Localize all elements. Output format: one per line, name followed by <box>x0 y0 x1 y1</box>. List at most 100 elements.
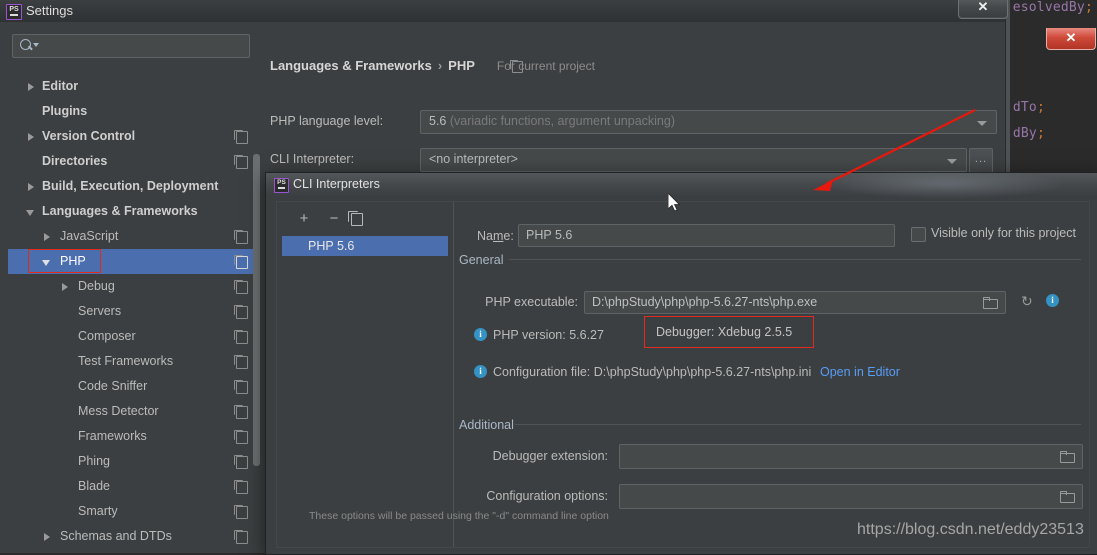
debugger-extension-label: Debugger extension: <box>492 449 608 463</box>
copy-settings-icon[interactable] <box>234 230 248 244</box>
copy-settings-icon[interactable] <box>234 480 248 494</box>
sidebar-item-phing[interactable]: Phing <box>8 449 260 474</box>
sidebar-item-mess-detector[interactable]: Mess Detector <box>8 399 260 424</box>
sidebar-item-keymap[interactable]: Keymap <box>8 62 260 74</box>
chevron-right-icon[interactable] <box>28 183 34 191</box>
sidebar-item-code-sniffer[interactable]: Code Sniffer <box>8 374 260 399</box>
copy-settings-icon[interactable] <box>234 130 248 144</box>
copy-settings-icon[interactable] <box>234 155 248 169</box>
sidebar-item-build-execution-deployment[interactable]: Build, Execution, Deployment <box>8 174 260 199</box>
general-group-rule <box>509 259 1081 260</box>
chevron-down-icon[interactable] <box>947 159 957 164</box>
info-icon[interactable]: i <box>1046 294 1059 307</box>
configuration-options-label: Configuration options: <box>486 489 608 503</box>
copy-settings-icon[interactable] <box>234 380 248 394</box>
settings-titlebar: PS Settings <box>0 0 1005 23</box>
chevron-down-icon[interactable] <box>26 210 34 216</box>
cli-dialog-body: + − PHP 5.6 Name: PHP 5.6 Visible only f… <box>276 201 1090 548</box>
phpstorm-icon: PS <box>274 178 289 193</box>
sidebar-item-version-control[interactable]: Version Control <box>8 124 260 149</box>
php-executable-input[interactable]: D:\phpStudy\php\php-5.6.27-nts\php.exe <box>584 291 1006 314</box>
copy-settings-icon[interactable] <box>234 330 248 344</box>
copy-settings-icon[interactable] <box>234 430 248 444</box>
php-executable-label: PHP executable: <box>485 295 578 309</box>
cli-interpreter-value: <no interpreter> <box>429 152 518 166</box>
interpreters-list-panel: + − PHP 5.6 <box>277 202 454 547</box>
sidebar-item-frameworks[interactable]: Frameworks <box>8 424 260 449</box>
chevron-right-icon[interactable] <box>28 83 34 91</box>
cli-interpreters-dialog: PS CLI Interpreters + − PHP 5.6 Name: PH… <box>265 169 1097 555</box>
copy-settings-icon[interactable] <box>234 530 248 544</box>
cli-dialog-title: CLI Interpreters <box>293 177 380 191</box>
breadcrumb-current: PHP <box>448 58 475 73</box>
general-group-label: General <box>459 253 504 267</box>
breadcrumb: Languages & Frameworks › PHP For current pr… <box>270 58 595 73</box>
cli-dialog-close-button[interactable]: ✕ <box>1046 28 1096 50</box>
php-language-level-select[interactable]: 5.6 (variadic functions, argument unpack… <box>420 110 997 134</box>
phpstorm-icon: PS <box>6 4 22 20</box>
settings-tree: Keymap Editor Plugins Version Control Di… <box>8 62 260 553</box>
sidebar-item-smarty[interactable]: Smarty <box>8 499 260 524</box>
sidebar-item-plugins[interactable]: Plugins <box>8 99 260 124</box>
copy-settings-icon[interactable] <box>234 280 248 294</box>
chevron-down-icon[interactable] <box>33 43 39 47</box>
sidebar-item-php[interactable]: PHP <box>8 249 260 274</box>
name-input[interactable]: PHP 5.6 <box>518 224 895 247</box>
sidebar-item-debug[interactable]: Debug <box>8 274 260 299</box>
interpreter-list-item[interactable]: PHP 5.6 <box>282 236 448 256</box>
folder-icon[interactable] <box>983 297 998 309</box>
copy-settings-icon[interactable] <box>234 355 248 369</box>
name-label: Name: <box>477 229 514 243</box>
refresh-icon[interactable]: ↻ <box>1021 294 1035 308</box>
configuration-options-input[interactable] <box>619 484 1083 509</box>
remove-icon[interactable]: − <box>325 210 343 228</box>
cli-interpreter-label: CLI Interpreter: <box>270 152 355 166</box>
visible-only-label: Visible only for this project <box>931 226 1076 240</box>
copy-settings-icon[interactable] <box>234 305 248 319</box>
copy-settings-icon[interactable] <box>234 455 248 469</box>
search-icon <box>20 39 31 50</box>
add-icon[interactable]: + <box>295 210 313 228</box>
chevron-right-icon[interactable] <box>28 133 34 141</box>
checkbox-box[interactable] <box>911 227 926 242</box>
titlebar-glow <box>826 169 1066 199</box>
chevron-right-icon[interactable] <box>44 533 50 541</box>
settings-close-button[interactable]: ✕ <box>958 0 1008 19</box>
chevron-right-icon[interactable] <box>62 283 68 291</box>
search-input[interactable] <box>12 34 250 58</box>
info-icon: i <box>474 328 487 341</box>
chevron-right-icon[interactable] <box>44 233 50 241</box>
folder-icon[interactable] <box>1060 491 1075 503</box>
sidebar-item-schemas-and-dtds[interactable]: Schemas and DTDs <box>8 524 260 549</box>
settings-sidebar: Keymap Editor Plugins Version Control Di… <box>8 28 260 553</box>
php-executable-value: D:\phpStudy\php\php-5.6.27-nts\php.exe <box>592 295 818 309</box>
php-language-level-hint: (variadic functions, argument unpacking) <box>449 114 675 128</box>
sidebar-item-editor[interactable]: Editor <box>8 74 260 99</box>
scope-icon <box>510 60 523 73</box>
debugger-version-text: Debugger: Xdebug 2.5.5 <box>656 325 793 339</box>
copy-settings-icon[interactable] <box>234 405 248 419</box>
chevron-down-icon[interactable] <box>977 121 987 126</box>
additional-group-rule <box>515 424 1081 425</box>
sidebar-item-servers[interactable]: Servers <box>8 299 260 324</box>
copy-icon[interactable] <box>348 211 363 226</box>
sidebar-item-test-frameworks[interactable]: Test Frameworks <box>8 349 260 374</box>
sidebar-item-javascript[interactable]: JavaScript <box>8 224 260 249</box>
config-file-text: Configuration file: D:\phpStudy\php\php-… <box>493 365 812 379</box>
window-title: Settings <box>26 3 73 18</box>
breadcrumb-parent[interactable]: Languages & Frameworks <box>270 58 432 73</box>
folder-icon[interactable] <box>1060 451 1075 463</box>
sidebar-item-languages-frameworks[interactable]: Languages & Frameworks <box>8 199 260 224</box>
sidebar-scrollbar[interactable] <box>253 62 260 553</box>
sidebar-scrollbar-thumb[interactable] <box>253 154 260 466</box>
code-line: dBy; <box>1012 126 1045 141</box>
php-language-level-value: 5.6 <box>429 114 447 128</box>
sidebar-item-blade[interactable]: Blade <box>8 474 260 499</box>
debugger-extension-input[interactable] <box>619 444 1083 469</box>
copy-settings-icon[interactable] <box>234 505 248 519</box>
sidebar-item-directories[interactable]: Directories <box>8 149 260 174</box>
chevron-down-icon[interactable] <box>42 260 50 266</box>
sidebar-item-composer[interactable]: Composer <box>8 324 260 349</box>
open-in-editor-link[interactable]: Open in Editor <box>820 365 900 379</box>
copy-settings-icon[interactable] <box>234 255 248 269</box>
